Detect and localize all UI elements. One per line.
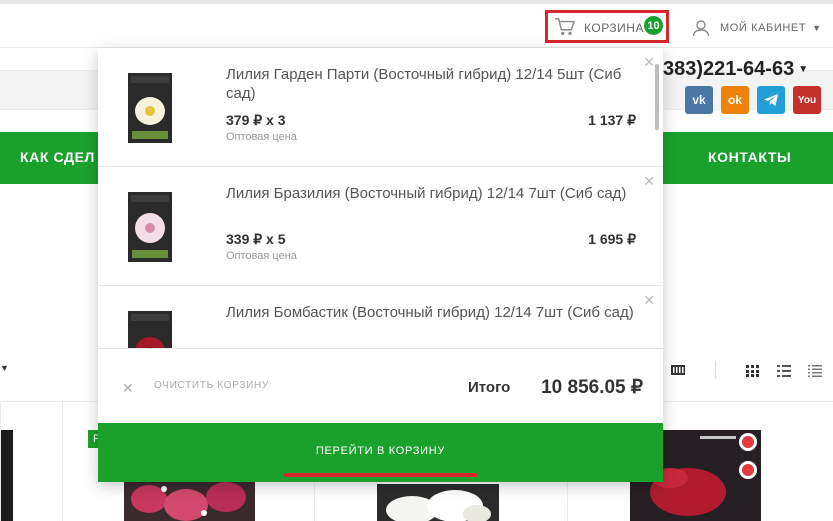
cart-item: Лилия Гарден Парти (Восточный гибрид) 12… [98, 48, 663, 167]
close-icon[interactable]: ✕ [643, 54, 655, 71]
product-card[interactable] [0, 402, 62, 521]
total-value: 10 856.05 ₽ [541, 377, 643, 398]
close-icon[interactable]: ✕ [643, 173, 655, 190]
account-menu[interactable]: МОЙ КАБИНЕТ ▼ [692, 19, 821, 37]
cart-label: КОРЗИНА [584, 20, 644, 35]
youtube-icon[interactable]: You [793, 86, 821, 114]
product-thumbnail[interactable] [128, 311, 172, 348]
header-cart-button[interactable]: КОРЗИНА 10 [545, 10, 669, 43]
chevron-down-icon: ▼ [812, 23, 822, 33]
cart-scrollbar[interactable] [655, 64, 659, 130]
ok-icon[interactable]: ok [721, 86, 749, 114]
cart-item-sum: 1 137 ₽ [588, 112, 636, 128]
chevron-down-icon: ▼ [798, 64, 809, 76]
social-links: vk ok You [685, 86, 821, 114]
clear-cart-button[interactable]: ОЧИСТИТЬ КОРЗИНУ [154, 380, 269, 391]
sort-chevron-icon[interactable]: ▼ [0, 363, 9, 373]
cart-item-qty: 379 ₽ x 3 [226, 112, 286, 128]
cart-icon [555, 17, 576, 35]
account-label: МОЙ КАБИНЕТ [720, 22, 807, 34]
product-thumbnail[interactable] [128, 73, 172, 143]
cart-item-price-note: Оптовая цена [226, 250, 297, 262]
cart-item-name[interactable]: Лилия Бразилия (Восточный гибрид) 12/14 … [226, 184, 646, 203]
page: КОРЗИНА 10 МОЙ КАБИНЕТ ▼ 383)221-64-63 ▼ … [0, 0, 833, 521]
cart-item-qty: 339 ₽ x 5 [226, 231, 286, 247]
product-thumbnail[interactable] [128, 192, 172, 262]
table-view-icon[interactable] [671, 365, 685, 375]
product-image [1, 430, 13, 521]
cart-item-name[interactable]: Лилия Гарден Парти (Восточный гибрид) 12… [226, 65, 646, 103]
product-image [124, 477, 255, 521]
grid-view-icon[interactable] [746, 365, 760, 377]
total-label: Итого [468, 379, 511, 396]
cart-item-price-note: Оптовая цена [226, 131, 297, 143]
user-icon [692, 20, 710, 37]
cart-item: Лилия Бомбастик (Восточный гибрид) 12/14… [98, 286, 663, 348]
compact-list-icon[interactable] [808, 365, 822, 377]
top-bar: КОРЗИНА 10 МОЙ КАБИНЕТ ▼ [0, 0, 833, 48]
close-icon[interactable]: ✕ [643, 292, 655, 309]
menu-item-how-to[interactable]: КАК СДЕЛ [20, 149, 95, 165]
product-image [377, 484, 499, 521]
list-view-icon[interactable] [777, 365, 791, 377]
menu-item-contacts[interactable]: КОНТАКТЫ [708, 149, 791, 165]
telegram-icon[interactable] [757, 86, 785, 114]
cart-count-badge: 10 [644, 16, 663, 35]
phone-number[interactable]: 383)221-64-63 ▼ [663, 58, 808, 81]
cart-summary: ✕ ОЧИСТИТЬ КОРЗИНУ Итого 10 856.05 ₽ [98, 348, 663, 423]
cart-item-sum: 1 695 ₽ [588, 231, 636, 247]
phone-text: 383)221-64-63 [663, 58, 795, 80]
toolbar-divider [715, 361, 716, 379]
highlight-underline [284, 473, 477, 477]
cart-items-list[interactable]: Лилия Гарден Парти (Восточный гибрид) 12… [98, 48, 663, 348]
cart-dropdown: Лилия Гарден Парти (Восточный гибрид) 12… [98, 48, 663, 482]
cart-item: Лилия Бразилия (Восточный гибрид) 12/14 … [98, 167, 663, 286]
checkout-label: ПЕРЕЙТИ В КОРЗИНУ [315, 445, 446, 457]
cart-item-name[interactable]: Лилия Бомбастик (Восточный гибрид) 12/14… [226, 303, 646, 322]
vk-icon[interactable]: vk [685, 86, 713, 114]
checkout-button[interactable]: ПЕРЕЙТИ В КОРЗИНУ [98, 423, 663, 482]
close-icon[interactable]: ✕ [122, 380, 134, 397]
